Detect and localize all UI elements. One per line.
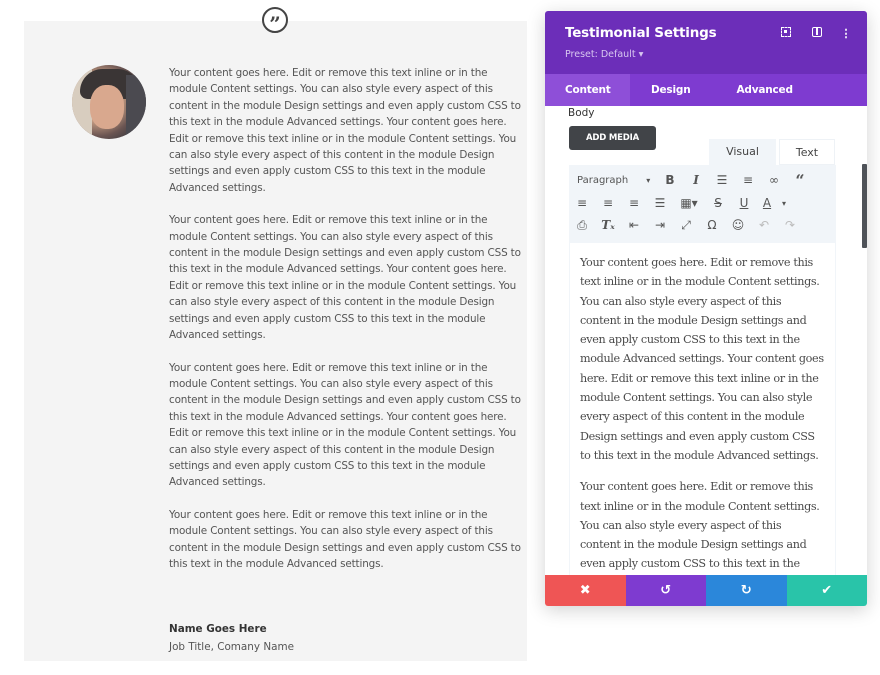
testimonial-paragraph: Your content goes here. Edit or remove t… xyxy=(169,67,521,194)
author-job-title: Job Title, Comany Name xyxy=(169,641,294,653)
author-avatar xyxy=(72,65,146,139)
fullscreen-editor-icon[interactable]: ⤢ xyxy=(673,218,699,233)
testimonial-body[interactable]: Your content goes here. Edit or remove t… xyxy=(169,65,521,588)
redo-icon[interactable]: ↷ xyxy=(777,218,803,232)
editor-toolbar: Paragraph ▾ B I ☰ ≡ ∞ “ ≡ ≡ ≡ ☰ ▦▾ S U A … xyxy=(569,165,836,243)
bullet-list-icon[interactable]: ☰ xyxy=(709,173,735,187)
bold-icon[interactable]: B xyxy=(657,173,683,187)
toolbar-row: ⎙ Tₓ ⇤ ⇥ ⤢ Ω ☺ ↶ ↷ xyxy=(569,214,803,236)
toolbar-row: ≡ ≡ ≡ ☰ ▦▾ S U A ▾ xyxy=(569,192,791,214)
quote-icon: ” xyxy=(262,7,288,34)
editor-paragraph: Your content goes here. Edit or remove t… xyxy=(580,480,820,571)
columns-icon[interactable] xyxy=(810,27,824,41)
align-justify-icon[interactable]: ☰ xyxy=(647,196,673,210)
body-field-label: Body xyxy=(568,107,595,119)
testimonial-paragraph: Your content goes here. Edit or remove t… xyxy=(169,214,521,342)
special-char-icon[interactable]: Ω xyxy=(699,218,725,232)
tab-content[interactable]: Content xyxy=(545,74,630,106)
scrollbar-thumb[interactable] xyxy=(862,164,867,248)
redo-button[interactable]: ↻ xyxy=(706,575,787,606)
align-right-icon[interactable]: ≡ xyxy=(621,196,647,210)
undo-button[interactable]: ↺ xyxy=(625,575,706,606)
format-select[interactable]: Paragraph ▾ xyxy=(569,175,657,186)
cancel-button[interactable]: ✖ xyxy=(545,575,626,606)
testimonial-module: Your content goes here. Edit or remove t… xyxy=(24,21,527,661)
preset-dropdown[interactable]: Preset: Default ▾ xyxy=(565,49,643,60)
numbered-list-icon[interactable]: ≡ xyxy=(735,173,761,187)
editor-tab-text[interactable]: Text xyxy=(779,139,835,165)
panel-body: Body ADD MEDIA Visual Text Paragraph ▾ B … xyxy=(545,106,867,576)
settings-tabs: Content Design Advanced xyxy=(545,74,867,106)
fullscreen-icon[interactable] xyxy=(779,27,793,41)
save-button[interactable]: ✔ xyxy=(786,575,867,606)
panel-header: Testimonial Settings Preset: Default ▾ ⋮ xyxy=(545,11,867,74)
panel-footer: ✖ ↺ ↻ ✔ xyxy=(545,575,867,606)
italic-icon[interactable]: I xyxy=(683,173,709,187)
more-options-icon[interactable]: ⋮ xyxy=(839,27,853,41)
clear-format-icon[interactable]: Tₓ xyxy=(595,218,621,232)
tab-advanced[interactable]: Advanced xyxy=(710,74,812,106)
author-name: Name Goes Here xyxy=(169,623,267,635)
emoji-icon[interactable]: ☺ xyxy=(725,218,751,232)
toolbar-row: Paragraph ▾ B I ☰ ≡ ∞ “ xyxy=(569,169,813,191)
text-color-icon[interactable]: A xyxy=(757,196,777,210)
panel-title: Testimonial Settings xyxy=(565,25,717,41)
add-media-button[interactable]: ADD MEDIA xyxy=(569,126,656,150)
format-select-value: Paragraph xyxy=(577,174,629,186)
link-icon[interactable]: ∞ xyxy=(761,173,787,187)
strikethrough-icon[interactable]: S xyxy=(705,196,731,210)
testimonial-paragraph: Your content goes here. Edit or remove t… xyxy=(169,361,521,489)
tab-design[interactable]: Design xyxy=(630,74,710,106)
align-center-icon[interactable]: ≡ xyxy=(595,196,621,210)
paste-text-icon[interactable]: ⎙ xyxy=(569,218,595,233)
testimonial-paragraph: Your content goes here. Edit or remove t… xyxy=(169,508,521,570)
chevron-down-icon: ▾ xyxy=(646,175,651,185)
table-icon[interactable]: ▦▾ xyxy=(673,196,705,210)
text-color-dropdown-icon[interactable]: ▾ xyxy=(777,199,791,208)
avatar-face xyxy=(90,85,124,129)
body-editor[interactable]: Your content goes here. Edit or remove t… xyxy=(569,243,836,576)
blockquote-icon[interactable]: “ xyxy=(787,171,813,190)
avatar-shadow xyxy=(126,75,146,135)
testimonial-settings-panel: Testimonial Settings Preset: Default ▾ ⋮… xyxy=(545,11,867,606)
undo-icon[interactable]: ↶ xyxy=(751,218,777,232)
indent-icon[interactable]: ⇥ xyxy=(647,218,673,232)
underline-icon[interactable]: U xyxy=(731,196,757,210)
align-left-icon[interactable]: ≡ xyxy=(569,196,595,210)
editor-paragraph: Your content goes here. Edit or remove t… xyxy=(580,256,824,462)
editor-tab-visual[interactable]: Visual xyxy=(709,139,776,165)
outdent-icon[interactable]: ⇤ xyxy=(621,218,647,232)
